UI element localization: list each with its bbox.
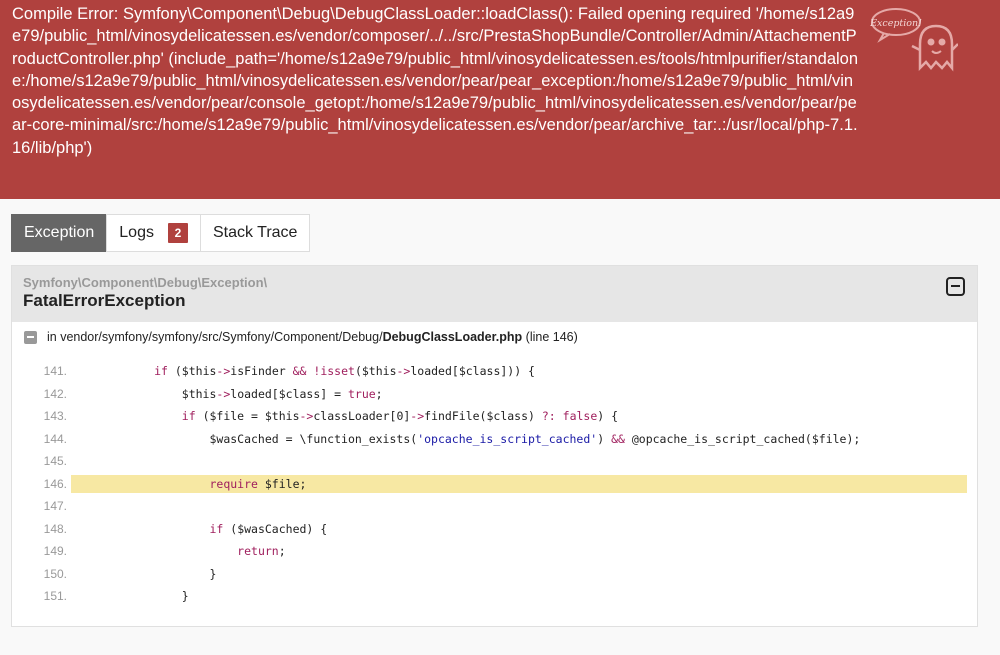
code-text: if ($wasCached) { [209, 521, 328, 536]
error-message: Compile Error: Symfony\Component\Debug\D… [12, 5, 859, 157]
line-number: 141. [43, 364, 67, 378]
location-file: DebugClassLoader.php [382, 330, 523, 344]
line-number: 144. [43, 431, 67, 446]
line-number: 148. [43, 521, 67, 536]
tab-logs[interactable]: Logs 2 [106, 214, 201, 252]
exception-header: Symfony\Component\Debug\Exception\ Fatal… [12, 266, 977, 322]
code-text: if ($file = $this->classLoader[0]->findF… [181, 409, 619, 423]
code-text: $wasCached = \function_exists('opcache_i… [71, 431, 861, 446]
line-number: 142. [43, 386, 67, 401]
tab-bar: Exception Logs 2 Stack Trace [11, 214, 311, 252]
line-number: 147. [43, 499, 67, 513]
code-line: 151. } [12, 587, 967, 605]
exception-namespace: Symfony\Component\Debug\Exception\ [23, 275, 268, 290]
code-text: } [71, 589, 189, 603]
line-number: 151. [43, 589, 67, 603]
ghost-icon: Exception! [870, 8, 958, 72]
tab-stack-trace[interactable]: Stack Trace [199, 214, 311, 252]
file-location: in vendor/symfony/symfony/src/Symfony/Co… [24, 330, 578, 344]
code-line: 146. require $file; [12, 474, 967, 493]
code-text: return; [237, 544, 286, 558]
line-number: 149. [43, 544, 67, 558]
collapse-code-icon[interactable] [24, 330, 37, 344]
line-number: 145. [43, 454, 67, 468]
exception-panel: Symfony\Component\Debug\Exception\ Fatal… [11, 265, 978, 627]
line-number: 143. [43, 409, 67, 423]
code-line: 148. if ($wasCached) { [12, 520, 967, 538]
code-line: 141. if ($this->isFinder && !isset($this… [12, 362, 967, 380]
code-text: } [71, 566, 217, 581]
collapse-toggle-icon[interactable] [946, 277, 965, 296]
tab-exception[interactable]: Exception [11, 214, 108, 252]
code-line: 144. $wasCached = \function_exists('opca… [12, 430, 967, 448]
line-number: 150. [43, 566, 67, 581]
logs-count-badge: 2 [167, 223, 188, 243]
tab-exception-label: Exception [24, 224, 95, 241]
code-text: require $file; [71, 474, 967, 493]
code-line: 149. return; [12, 542, 967, 560]
error-header: Compile Error: Symfony\Component\Debug\D… [0, 0, 1000, 199]
tab-logs-label: Logs [119, 224, 154, 241]
code-line: 147. [12, 497, 967, 515]
code-text: $this->loaded[$class] = true; [71, 386, 383, 401]
location-prefix: in vendor/symfony/symfony/src/Symfony/Co… [47, 330, 383, 344]
exception-class: FatalErrorException [23, 291, 186, 310]
logo-text: Exception! [870, 18, 922, 29]
code-line: 143. if ($file = $this->classLoader[0]->… [12, 407, 967, 425]
code-line: 150. } [12, 565, 967, 583]
line-number: 146. [43, 476, 67, 491]
location-line: (line 146) [525, 330, 578, 344]
code-line: 145. [12, 452, 967, 470]
code-text: if ($this->isFinder && !isset($this->loa… [154, 364, 535, 378]
tab-stack-trace-label: Stack Trace [212, 224, 298, 241]
code-line: 142. $this->loaded[$class] = true; [12, 385, 967, 403]
